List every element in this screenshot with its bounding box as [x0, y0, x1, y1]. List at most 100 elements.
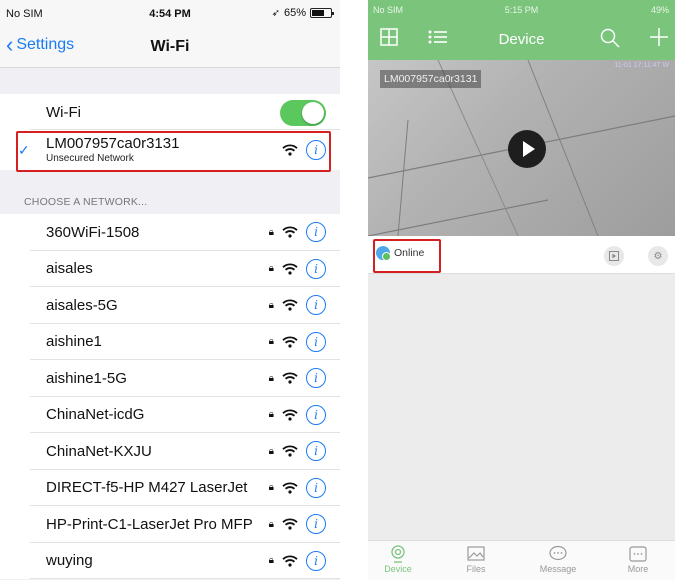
- choose-network-header: CHOOSE A NETWORK...: [24, 196, 148, 208]
- settings-button[interactable]: ⚙: [648, 246, 668, 266]
- tab-device[interactable]: Device: [368, 545, 428, 574]
- network-name: 360WiFi-1508: [46, 223, 140, 241]
- highlight-box-online: [373, 239, 441, 273]
- network-name: HP-Print-C1-LaserJet Pro MFP: [46, 515, 253, 533]
- toggle-knob: [302, 102, 324, 124]
- wifi-signal-icon: [282, 555, 298, 567]
- tab-label: More: [627, 564, 649, 574]
- page-title: Wi-Fi: [150, 38, 190, 55]
- navigation-bar: ‹ Settings Wi-Fi: [0, 26, 340, 68]
- network-row-icons: 🔒︎ i: [269, 324, 326, 361]
- battery-indicator: ➶ 65%: [271, 7, 334, 19]
- lock-icon: 🔒︎: [268, 445, 274, 457]
- network-name: aisales: [46, 260, 93, 278]
- wifi-toggle-row: Wi-Fi: [0, 94, 340, 130]
- wifi-signal-icon: [282, 518, 298, 530]
- app-title: Device: [498, 31, 545, 48]
- lock-icon: 🔒︎: [268, 518, 274, 530]
- gear-icon: ⚙: [653, 250, 663, 262]
- info-icon[interactable]: i: [306, 258, 326, 279]
- playback-button[interactable]: [604, 246, 624, 266]
- network-row[interactable]: HP-Print-C1-LaserJet Pro MFP 🔒︎ i: [0, 506, 340, 543]
- camera-icon: [391, 545, 405, 563]
- camera-timestamp: 11-01 17:11:47 W: [614, 62, 669, 69]
- network-name: wuying: [46, 552, 93, 570]
- wifi-signal-icon: [282, 226, 298, 238]
- network-row[interactable]: aisales 🔒︎ i: [0, 251, 340, 288]
- ios-status-bar: No SIM 4:54 PM ➶ 65%: [0, 0, 340, 26]
- network-row[interactable]: aishine1 🔒︎ i: [0, 324, 340, 361]
- message-icon: [549, 545, 567, 561]
- info-icon[interactable]: i: [306, 331, 326, 352]
- network-row-icons: 🔒︎ i: [269, 433, 326, 470]
- device-app-screen: No SIM 5:15 PM 49% Device LM007957ca0r31…: [368, 0, 675, 580]
- divider: [30, 578, 340, 579]
- tab-message[interactable]: Message: [528, 545, 588, 574]
- info-icon[interactable]: i: [306, 404, 326, 425]
- network-row[interactable]: aisales-5G 🔒︎ i: [0, 287, 340, 324]
- lock-icon: 🔒︎: [268, 263, 274, 275]
- lock-icon: 🔒︎: [268, 336, 274, 348]
- network-row[interactable]: aishine1-5G 🔒︎ i: [0, 360, 340, 397]
- info-icon[interactable]: i: [306, 477, 326, 498]
- network-row-icons: 🔒︎ i: [269, 397, 326, 434]
- wifi-signal-icon: [282, 299, 298, 311]
- network-row-icons: 🔒︎ i: [269, 214, 326, 251]
- status-time: 5:15 PM: [504, 5, 539, 15]
- bottom-tab-bar: Device Files Message More: [368, 540, 675, 580]
- wifi-signal-icon: [282, 336, 298, 348]
- wifi-signal-icon: [282, 263, 298, 275]
- add-icon[interactable]: [650, 28, 668, 51]
- network-row-icons: 🔒︎ i: [269, 506, 326, 543]
- info-icon[interactable]: i: [306, 550, 326, 571]
- info-icon[interactable]: i: [306, 441, 326, 462]
- playback-icon: [609, 251, 619, 261]
- network-row[interactable]: DIRECT-f5-HP M427 LaserJet 🔒︎ i: [0, 470, 340, 506]
- lock-icon: 🔒︎: [268, 226, 274, 238]
- highlight-box-connected: [16, 131, 331, 172]
- battery-percent: 49%: [650, 5, 669, 15]
- network-row[interactable]: 360WiFi-1508 🔒︎ i: [0, 214, 340, 251]
- network-row[interactable]: ChinaNet-icdG 🔒︎ i: [0, 397, 340, 434]
- network-list: 360WiFi-1508 🔒︎ i aisales 🔒︎ i aisales-5G 🔒︎ i ai…: [0, 214, 340, 579]
- network-name: ChinaNet-icdG: [46, 406, 145, 424]
- network-row-icons: 🔒︎ i: [269, 543, 326, 580]
- info-icon[interactable]: i: [306, 368, 326, 389]
- app-status-bar: No SIM 5:15 PM 49%: [368, 0, 675, 20]
- wifi-toggle-switch[interactable]: [280, 100, 326, 126]
- tab-label: Files: [466, 564, 486, 574]
- network-name: ChinaNet-KXJU: [46, 442, 152, 460]
- lock-icon: 🔒︎: [268, 555, 274, 567]
- info-icon[interactable]: i: [306, 222, 326, 243]
- network-row[interactable]: wuying 🔒︎ i: [0, 543, 340, 580]
- network-name: DIRECT-f5-HP M427 LaserJet: [46, 479, 248, 497]
- tab-label: Device: [384, 564, 412, 574]
- network-row[interactable]: ChinaNet-KXJU 🔒︎ i: [0, 433, 340, 470]
- wifi-signal-icon: [282, 409, 298, 421]
- info-icon[interactable]: i: [306, 295, 326, 316]
- location-arrow-icon: ➶: [271, 7, 280, 19]
- network-name: aisales-5G: [46, 296, 118, 314]
- info-icon[interactable]: i: [306, 514, 326, 535]
- battery-fill: [312, 10, 324, 16]
- network-row-icons: 🔒︎ i: [269, 251, 326, 288]
- lock-icon: 🔒︎: [268, 372, 274, 384]
- wifi-toggle-label: Wi-Fi: [46, 103, 81, 121]
- tab-files[interactable]: Files: [446, 545, 506, 574]
- network-row-icons: 🔒︎ i: [269, 360, 326, 397]
- network-name: aishine1: [46, 333, 102, 351]
- network-name: aishine1-5G: [46, 369, 127, 387]
- tab-more[interactable]: More: [608, 545, 668, 574]
- lock-icon: 🔒︎: [268, 409, 274, 421]
- lock-icon: 🔒︎: [268, 299, 274, 311]
- network-row-icons: 🔒︎ i: [269, 287, 326, 324]
- wifi-signal-icon: [282, 482, 298, 494]
- camera-preview[interactable]: LM007957ca0r3131 11-01 17:11:47 W: [368, 60, 675, 236]
- play-button[interactable]: [508, 130, 546, 168]
- battery-icon: [310, 8, 334, 18]
- wifi-signal-icon: [282, 372, 298, 384]
- search-icon[interactable]: [600, 28, 620, 53]
- ios-wifi-settings-screen: No SIM 4:54 PM ➶ 65% ‹ Settings Wi-Fi Wi…: [0, 0, 340, 580]
- more-icon: [629, 546, 647, 562]
- battery-percent: 65%: [283, 7, 306, 19]
